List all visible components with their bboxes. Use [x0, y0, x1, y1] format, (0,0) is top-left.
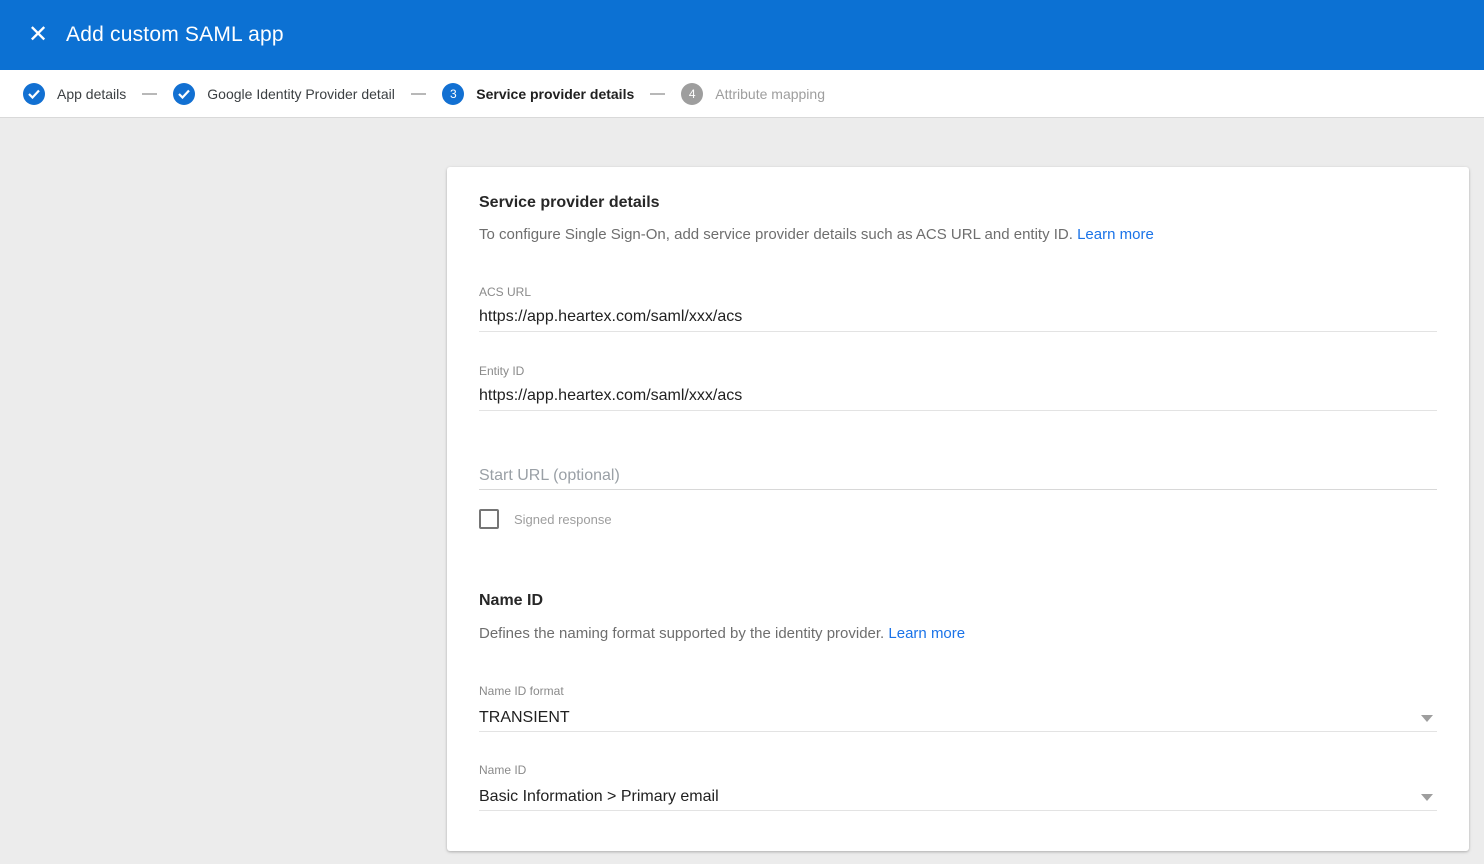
wizard-stepper: App details Google Identity Provider det… [0, 70, 1484, 118]
name-id-format-label: Name ID format [479, 684, 1437, 698]
step-label: Attribute mapping [715, 86, 825, 102]
step-service-provider-details[interactable]: 3 Service provider details [442, 83, 634, 105]
entity-id-input[interactable]: https://app.heartex.com/saml/xxx/acs [479, 386, 1437, 411]
step-separator [411, 93, 426, 95]
step-label: App details [57, 86, 126, 102]
name-id-format-value[interactable]: TRANSIENT [479, 708, 1437, 732]
step-google-idp-details[interactable]: Google Identity Provider details [173, 83, 395, 105]
learn-more-link[interactable]: Learn more [1077, 226, 1154, 243]
check-icon [178, 89, 190, 99]
step-number-circle: 3 [442, 83, 464, 105]
service-provider-card: Service provider details To configure Si… [447, 167, 1469, 851]
signed-response-label: Signed response [514, 512, 612, 527]
step-complete-circle [23, 83, 45, 105]
signed-response-row: Signed response [479, 509, 1437, 529]
start-url-input[interactable]: Start URL (optional) [479, 466, 1437, 490]
title-bar: ✕ Add custom SAML app [0, 0, 1484, 70]
step-complete-circle [173, 83, 195, 105]
step-attribute-mapping[interactable]: 4 Attribute mapping [681, 83, 825, 105]
entity-id-label: Entity ID [479, 364, 1437, 378]
start-url-field: Start URL (optional) [479, 466, 1437, 490]
acs-url-field: ACS URL https://app.heartex.com/saml/xxx… [479, 285, 1437, 332]
step-label: Google Identity Provider details [207, 86, 395, 102]
section-title-name-id: Name ID [479, 592, 1437, 610]
chevron-down-icon[interactable] [1421, 794, 1433, 801]
step-label: Service provider details [476, 86, 634, 102]
step-number-circle: 4 [681, 83, 703, 105]
name-id-select[interactable]: Name ID Basic Information > Primary emai… [479, 763, 1437, 811]
section-description: To configure Single Sign-On, add service… [479, 226, 1437, 243]
section-description: Defines the naming format supported by t… [479, 625, 1437, 642]
name-id-format-select[interactable]: Name ID format TRANSIENT [479, 684, 1437, 732]
check-icon [28, 89, 40, 99]
step-separator [650, 93, 665, 95]
entity-id-field: Entity ID https://app.heartex.com/saml/x… [479, 364, 1437, 411]
chevron-down-icon[interactable] [1421, 715, 1433, 722]
acs-url-label: ACS URL [479, 285, 1437, 299]
learn-more-link[interactable]: Learn more [888, 625, 965, 642]
name-id-value[interactable]: Basic Information > Primary email [479, 787, 1437, 811]
section-title-service-provider: Service provider details [479, 194, 1437, 212]
step-app-details[interactable]: App details [23, 83, 126, 105]
acs-url-input[interactable]: https://app.heartex.com/saml/xxx/acs [479, 307, 1437, 332]
name-id-label: Name ID [479, 763, 1437, 777]
close-icon[interactable]: ✕ [18, 15, 58, 55]
signed-response-checkbox[interactable] [479, 509, 499, 529]
step-separator [142, 93, 157, 95]
dialog-title: Add custom SAML app [66, 23, 284, 47]
content-area: Service provider details To configure Si… [0, 118, 1484, 864]
